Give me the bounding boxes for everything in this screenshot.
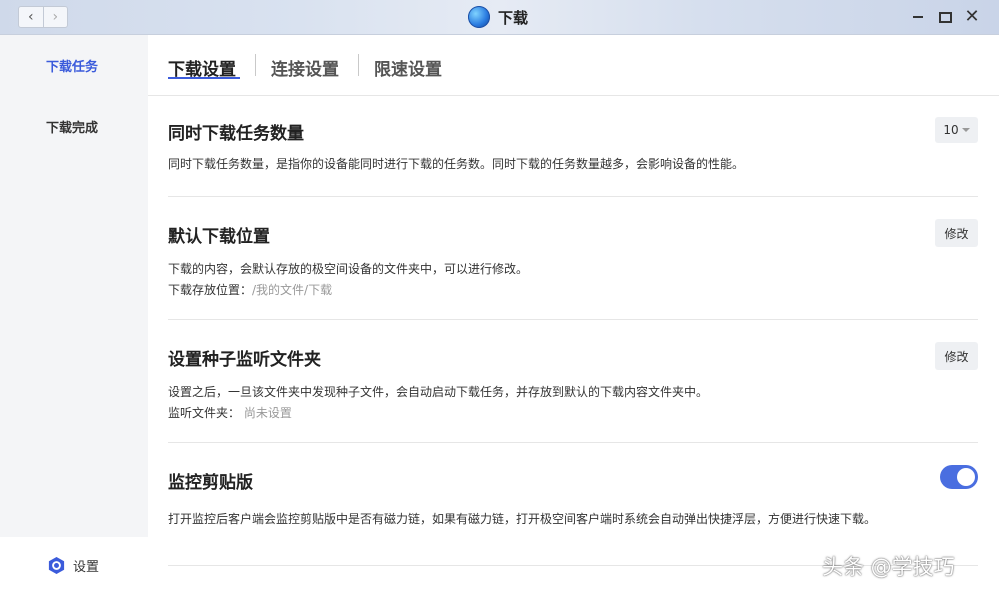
clipboard-monitor-title: 监控剪贴版 (168, 473, 253, 493)
download-location-title: 默认下载位置 (168, 227, 270, 247)
forward-button[interactable]: › (42, 7, 68, 27)
download-location-section: 默认下载位置 下载的内容，会默认存放的极空间设备的文件夹中，可以进行修改。 下载… (168, 197, 978, 320)
toggle-knob (957, 468, 975, 486)
minimize-icon (913, 16, 923, 18)
back-button[interactable]: ‹ (19, 7, 43, 27)
active-tab-indicator (168, 77, 240, 79)
torrent-folder-description: 设置之后，一旦该文件夹中发现种子文件，会自动启动下载任务，并存放到默认的下载内容… (168, 382, 978, 424)
tab-divider (358, 54, 359, 76)
window-title-text: 下载 (498, 8, 529, 27)
clipboard-monitor-section: 监控剪贴版 打开监控后客户端会监控剪贴版中是否有磁力链，如果有磁力链，打开极空间… (168, 443, 978, 566)
app-logo-icon (468, 6, 490, 28)
minimize-button[interactable] (909, 8, 927, 26)
sidebar-settings-label: 设置 (73, 560, 100, 575)
caret-down-icon (961, 128, 970, 132)
maximize-icon (938, 11, 952, 23)
edit-torrent-folder-button[interactable]: 修改 (935, 342, 978, 370)
maximize-button[interactable] (936, 8, 954, 26)
edit-location-button[interactable]: 修改 (935, 219, 978, 247)
window-title: 下载 (468, 5, 528, 29)
torrent-folder-text: 设置之后，一旦该文件夹中发现种子文件，会自动启动下载任务，并存放到默认的下载内容… (168, 385, 709, 399)
clipboard-monitor-toggle[interactable] (940, 465, 978, 489)
sidebar: 下载任务 下载完成 设置 (0, 35, 148, 594)
concurrent-tasks-select[interactable]: 10 (935, 117, 978, 143)
watermark-text: 头条 @学技巧 (822, 555, 955, 579)
settings-icon (48, 556, 65, 575)
close-button[interactable]: ✕ (963, 8, 981, 26)
tab-divider (255, 54, 256, 76)
close-icon: ✕ (964, 6, 980, 27)
sidebar-item-download-complete[interactable]: 下载完成 (46, 117, 98, 136)
tab-speed-limit-settings[interactable]: 限速设置 (374, 55, 442, 80)
download-location-description: 下载的内容，会默认存放的极空间设备的文件夹中，可以进行修改。 下载存放位置：/我… (168, 259, 978, 301)
concurrent-tasks-section: 同时下载任务数量 同时下载任务数量，是指你的设备能同时进行下载的任务数。同时下载… (168, 95, 978, 197)
torrent-folder-row: 监听文件夹： 尚未设置 (168, 403, 978, 424)
concurrent-tasks-value: 10 (943, 123, 959, 137)
tab-connection-settings[interactable]: 连接设置 (271, 55, 339, 80)
download-path-value: /我的文件/下载 (252, 283, 333, 297)
sidebar-item-download-tasks[interactable]: 下载任务 (46, 56, 98, 75)
tab-bar: 下载设置 连接设置 限速设置 (148, 35, 999, 96)
main-panel: 下载设置 连接设置 限速设置 同时下载任务数量 同时下载任务数量，是指你的设备能… (148, 35, 999, 594)
watch-folder-value: 尚未设置 (243, 406, 292, 420)
watch-folder-label: 监听文件夹： (168, 406, 241, 420)
concurrent-tasks-title: 同时下载任务数量 (168, 124, 304, 144)
download-location-text: 下载的内容，会默认存放的极空间设备的文件夹中，可以进行修改。 (168, 262, 529, 276)
download-path-label: 下载存放位置： (168, 283, 253, 297)
title-bar: ‹ › 下载 ✕ (0, 0, 999, 35)
nav-buttons: ‹ › (18, 6, 68, 28)
concurrent-tasks-description: 同时下载任务数量，是指你的设备能同时进行下载的任务数。同时下载的任务数量越多，会… (168, 157, 745, 171)
clipboard-monitor-description: 打开监控后客户端会监控剪贴版中是否有磁力链，如果有磁力链，打开极空间客户端时系统… (168, 512, 877, 526)
torrent-folder-section: 设置种子监听文件夹 设置之后，一旦该文件夹中发现种子文件，会自动启动下载任务，并… (168, 320, 978, 443)
sidebar-settings-button[interactable]: 设置 (0, 537, 148, 594)
download-location-path-row: 下载存放位置：/我的文件/下载 (168, 280, 978, 301)
torrent-folder-title: 设置种子监听文件夹 (168, 350, 321, 370)
